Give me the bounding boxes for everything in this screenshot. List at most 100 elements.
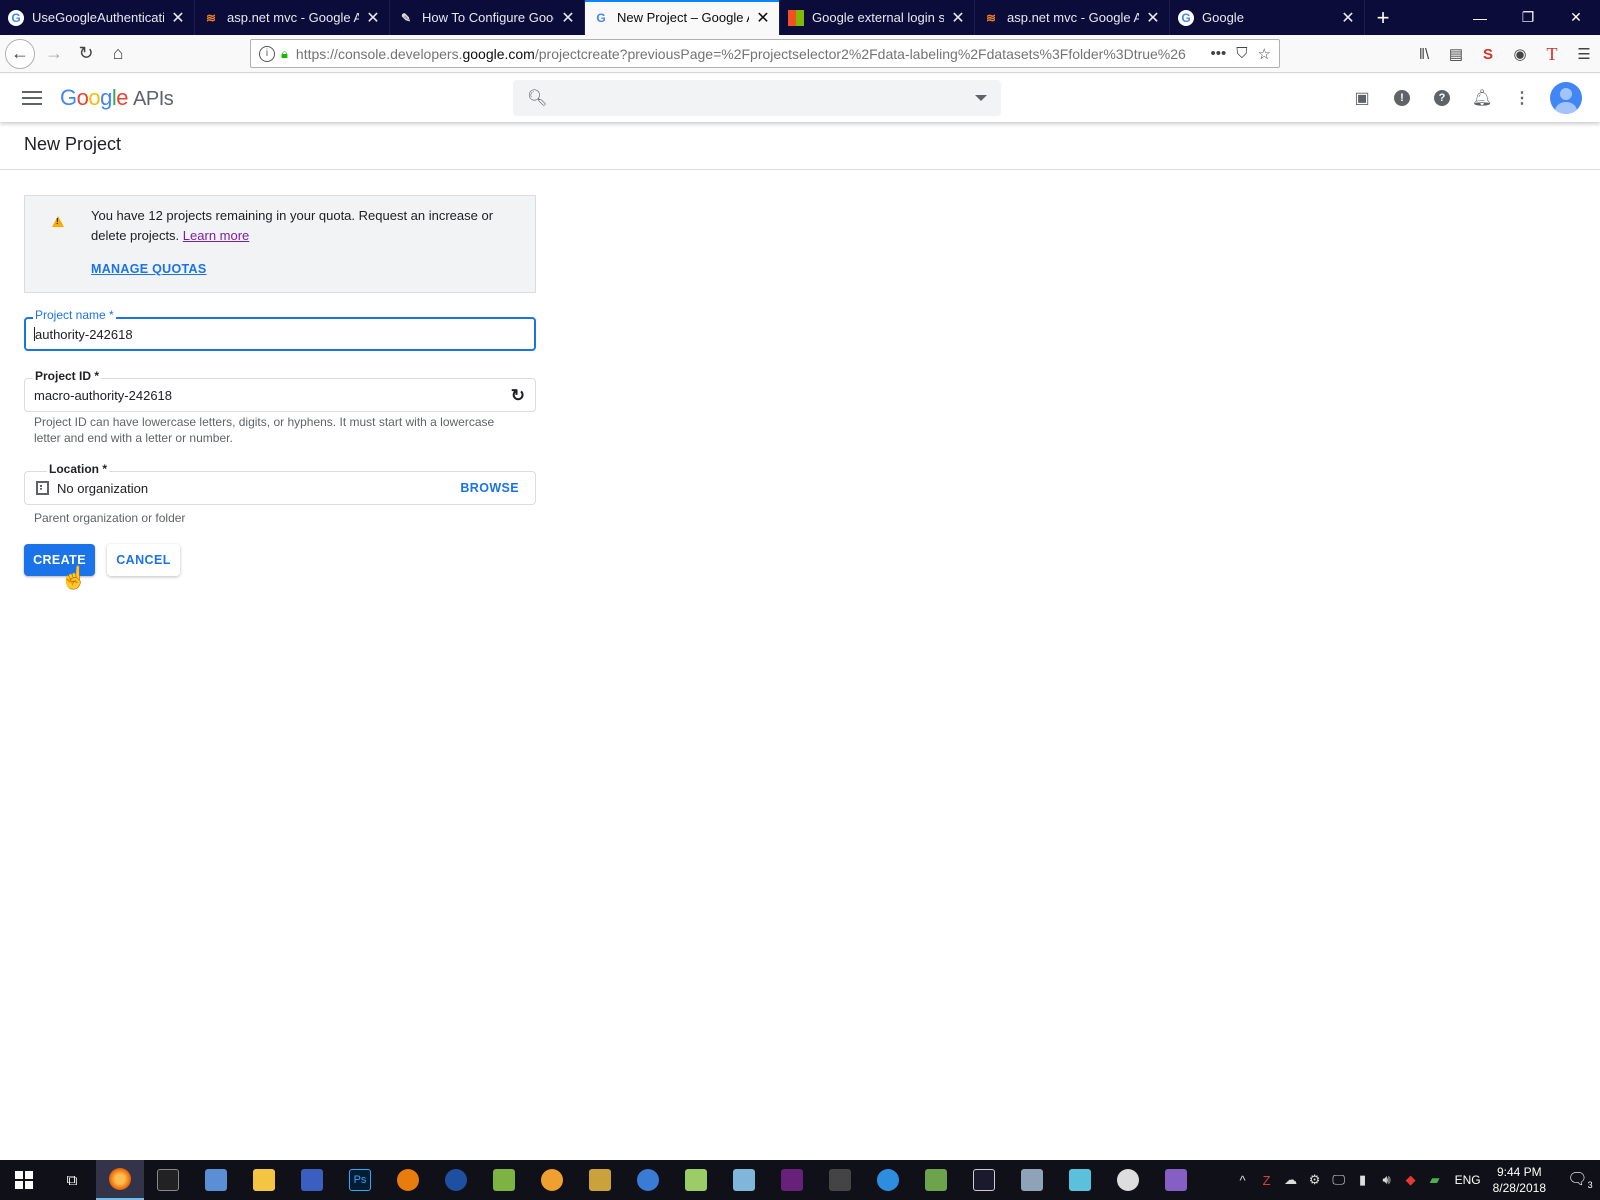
app-icon[interactable] xyxy=(1008,1160,1056,1200)
cancel-button[interactable]: CANCEL xyxy=(107,544,180,576)
sidebar-icon[interactable]: ▤ xyxy=(1440,45,1472,63)
account-icon[interactable]: ◉ xyxy=(1504,45,1536,63)
app-icon[interactable] xyxy=(528,1160,576,1200)
action-center-icon[interactable]: 🗨︎3 xyxy=(1560,1169,1600,1190)
menu-icon[interactable]: ☰ xyxy=(1568,45,1600,63)
search-icon: 🔍︎ xyxy=(527,90,548,107)
quota-message-text: You have 12 projects remaining in your q… xyxy=(91,208,494,243)
app-icon[interactable] xyxy=(192,1160,240,1200)
extension-s-icon[interactable]: S xyxy=(1472,46,1504,63)
pocket-icon[interactable]: ⛉ xyxy=(1236,45,1247,62)
google-apis-logo[interactable]: Google APIs xyxy=(60,85,174,111)
new-tab-button[interactable]: + xyxy=(1365,0,1401,35)
bookmark-star-icon[interactable]: ☆ xyxy=(1258,45,1271,63)
close-tab-icon[interactable]: ✕ xyxy=(170,8,186,28)
back-button[interactable]: ← xyxy=(5,38,35,69)
url-suffix: /projectcreate?previousPage=%2Fprojectse… xyxy=(534,45,1186,62)
browser-tab[interactable]: G UseGoogleAuthentication ✕ xyxy=(0,0,195,35)
project-name-field[interactable]: Project name * authority-242618 xyxy=(24,308,536,351)
url-text[interactable]: https://console.developers.google.com/pr… xyxy=(296,46,1201,62)
tray-app-icon[interactable]: ☁ xyxy=(1279,1172,1303,1188)
info-icon[interactable]: i xyxy=(259,45,275,62)
reload-button[interactable]: ↻ xyxy=(71,39,101,69)
extension-t-icon[interactable]: T xyxy=(1536,44,1568,65)
app-icon[interactable] xyxy=(1056,1160,1104,1200)
library-icon[interactable]: ‖\ xyxy=(1408,46,1440,63)
quota-message: You have 12 projects remaining in your q… xyxy=(91,206,511,246)
app-icon[interactable] xyxy=(672,1160,720,1200)
learn-more-link[interactable]: Learn more xyxy=(183,228,249,243)
browser-tab[interactable]: ✎ How To Configure Google ✕ xyxy=(390,0,585,35)
hamburger-menu-icon[interactable] xyxy=(22,91,42,105)
restore-icon[interactable]: ❐ xyxy=(1504,0,1552,35)
tab-title: Google external login setu xyxy=(812,10,944,25)
gift-icon[interactable]: ▣ xyxy=(1342,88,1382,108)
browser-tab[interactable]: ≋ asp.net mvc - Google Aut ✕ xyxy=(975,0,1170,35)
task-view-icon[interactable]: ⧉ xyxy=(48,1160,96,1200)
app-icon[interactable] xyxy=(288,1160,336,1200)
project-id-field[interactable]: Project ID * macro-authority-242618 ↻ xyxy=(24,369,536,412)
terminal-icon[interactable] xyxy=(144,1160,192,1200)
url-bar[interactable]: i 🔒︎ https://console.developers.google.c… xyxy=(250,39,1280,68)
browser-tab-active[interactable]: G New Project – Google API ✕ xyxy=(585,0,780,35)
refresh-icon[interactable]: ↻ xyxy=(511,386,525,406)
app-icon[interactable] xyxy=(1104,1160,1152,1200)
quota-notice: You have 12 projects remaining in your q… xyxy=(24,195,536,293)
browse-button[interactable]: BROWSE xyxy=(460,481,519,495)
window-controls: — ❐ ✕ xyxy=(1456,0,1600,35)
chevron-up-icon[interactable]: ^ xyxy=(1231,1173,1255,1188)
file-explorer-icon[interactable] xyxy=(240,1160,288,1200)
visual-studio-icon[interactable] xyxy=(1152,1160,1200,1200)
tray-app-icon[interactable]: ⚙ xyxy=(1303,1172,1327,1188)
close-window-icon[interactable]: ✕ xyxy=(1552,0,1600,35)
browser-tab[interactable]: Google external login setu ✕ xyxy=(780,0,975,35)
notifications-bell-icon[interactable]: 🔔︎ xyxy=(1462,88,1502,108)
lock-icon[interactable]: 🔒︎ xyxy=(281,46,288,62)
feedback-icon[interactable]: ! xyxy=(1382,90,1422,106)
network-icon[interactable]: 🖵 xyxy=(1327,1172,1351,1188)
start-button[interactable] xyxy=(0,1160,48,1200)
visual-studio-icon[interactable] xyxy=(768,1160,816,1200)
blender-icon[interactable] xyxy=(384,1160,432,1200)
avatar[interactable] xyxy=(1550,82,1582,114)
tray-app-icon[interactable]: ▮ xyxy=(1351,1172,1375,1188)
app-icon[interactable] xyxy=(960,1160,1008,1200)
close-tab-icon[interactable]: ✕ xyxy=(950,8,966,28)
notification-count: 3 xyxy=(1587,1180,1593,1191)
manage-quotas-link[interactable]: MANAGE QUOTAS xyxy=(91,262,206,276)
app-icon[interactable] xyxy=(624,1160,672,1200)
home-button[interactable]: ⌂ xyxy=(103,39,133,69)
language-indicator[interactable]: ENG xyxy=(1455,1173,1481,1187)
close-tab-icon[interactable]: ✕ xyxy=(755,8,771,28)
app-icon[interactable] xyxy=(816,1160,864,1200)
browser-tab[interactable]: G Google ✕ xyxy=(1170,0,1365,35)
filezilla-icon[interactable]: Z xyxy=(1255,1173,1279,1188)
more-vert-icon[interactable]: ⋮ xyxy=(1502,88,1542,108)
forward-button[interactable]: → xyxy=(39,39,69,69)
project-id-input[interactable]: macro-authority-242618 xyxy=(34,388,172,403)
tray-app-icon[interactable]: ▰ xyxy=(1423,1172,1447,1188)
volume-icon[interactable]: 🔊︎ xyxy=(1375,1172,1399,1188)
help-icon[interactable]: ? xyxy=(1422,90,1462,106)
close-tab-icon[interactable]: ✕ xyxy=(1145,8,1161,28)
app-icon[interactable] xyxy=(720,1160,768,1200)
chevron-down-icon[interactable] xyxy=(975,95,987,101)
close-tab-icon[interactable]: ✕ xyxy=(365,8,381,28)
photoshop-icon[interactable]: Ps xyxy=(336,1160,384,1200)
app-icon[interactable] xyxy=(864,1160,912,1200)
search-bar[interactable]: 🔍︎ xyxy=(513,80,1001,116)
app-icon[interactable] xyxy=(432,1160,480,1200)
tray-app-icon[interactable]: ◆ xyxy=(1399,1172,1423,1188)
browser-tab[interactable]: ≋ asp.net mvc - Google Aut ✕ xyxy=(195,0,390,35)
close-tab-icon[interactable]: ✕ xyxy=(560,8,576,28)
project-name-input[interactable]: authority-242618 xyxy=(34,327,133,342)
app-icon[interactable] xyxy=(480,1160,528,1200)
page-actions-icon[interactable]: ••• xyxy=(1211,45,1227,62)
minimize-icon[interactable]: — xyxy=(1456,0,1504,35)
app-icon[interactable] xyxy=(912,1160,960,1200)
firefox-icon[interactable] xyxy=(96,1160,144,1200)
close-tab-icon[interactable]: ✕ xyxy=(1340,8,1356,28)
app-icon[interactable] xyxy=(576,1160,624,1200)
clock[interactable]: 9:44 PM 8/28/2018 xyxy=(1493,1164,1546,1196)
location-field[interactable]: Location * No organization BROWSE xyxy=(24,462,536,505)
